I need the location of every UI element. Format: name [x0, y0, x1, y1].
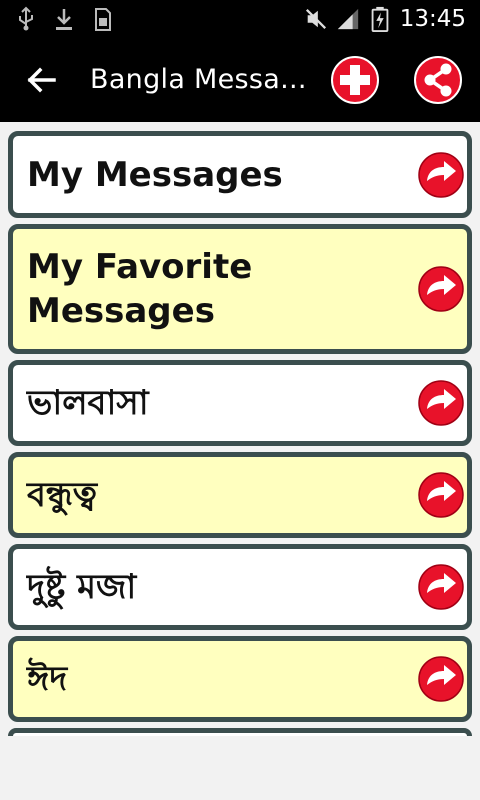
list-item-eid[interactable]: ঈদ: [8, 636, 472, 722]
forward-arrow-icon: [418, 472, 464, 518]
notification-icons: [14, 6, 114, 32]
forward-arrow-icon: [418, 380, 464, 426]
clock: 13:45: [399, 6, 466, 32]
list-item-label: My Messages: [27, 154, 283, 195]
list-item-my-favorite-messages[interactable]: My Favorite Messages: [8, 224, 472, 354]
forward-arrow-icon: [418, 151, 464, 198]
action-bar: Bangla Messa...: [0, 38, 480, 122]
plus-circle-icon[interactable]: [330, 55, 380, 105]
list-item-label: My Favorite Messages: [27, 247, 253, 331]
signal-icon: [337, 8, 358, 30]
list-item-label: ঈদ: [27, 659, 68, 699]
arrow-left-icon[interactable]: [22, 60, 62, 100]
page-title: Bangla Messa...: [90, 64, 307, 95]
forward-arrow-icon: [418, 266, 464, 312]
usb-icon: [19, 6, 33, 31]
mute-icon: [305, 8, 326, 30]
forward-arrow-icon: [418, 656, 464, 702]
list-item-partial: [8, 728, 472, 736]
sd-card-icon: [95, 8, 111, 31]
list-item-fun[interactable]: দুষ্টু মজা: [8, 544, 472, 630]
category-list: My Messages My Favorite Messages ভালবাসা…: [8, 131, 472, 736]
list-item-my-messages[interactable]: My Messages: [8, 131, 472, 218]
list-item-label: ভালবাসা: [27, 383, 149, 423]
status-bar: 13:45: [0, 0, 480, 38]
list-item-love[interactable]: ভালবাসা: [8, 360, 472, 446]
share-icon[interactable]: [413, 55, 463, 105]
list-item-label: দুষ্টু মজা: [27, 567, 137, 607]
forward-arrow-icon: [418, 564, 464, 610]
battery-charging-icon: [371, 6, 389, 32]
list-item-friendship[interactable]: বন্ধুত্ব: [8, 452, 472, 538]
download-icon: [56, 9, 72, 30]
list-item-label: বন্ধুত্ব: [27, 475, 98, 515]
system-icons: 13:45: [304, 4, 466, 34]
